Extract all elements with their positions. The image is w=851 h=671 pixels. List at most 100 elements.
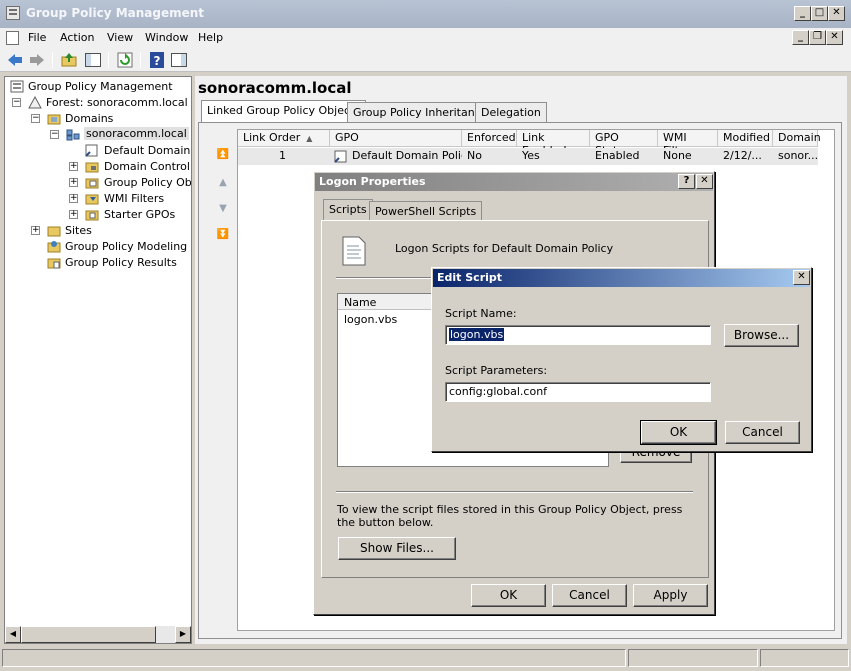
dialog-close-button[interactable]: ✕: [793, 270, 810, 285]
cell-link-enabled: Yes: [522, 149, 540, 162]
tree-label: Default Domain Po: [104, 144, 191, 157]
dialog-close-button[interactable]: ✕: [696, 174, 713, 189]
list-item[interactable]: logon.vbs: [344, 313, 397, 326]
column-header-enforced[interactable]: Enforced: [462, 130, 517, 147]
expand-toggle[interactable]: +: [69, 194, 78, 203]
tree-item-sites[interactable]: + Sites: [5, 223, 191, 239]
doc-icon: [6, 31, 19, 45]
close-button[interactable]: ✕: [828, 6, 845, 21]
expand-toggle[interactable]: +: [69, 178, 78, 187]
menu-window[interactable]: Window: [145, 31, 188, 44]
collapse-toggle[interactable]: −: [12, 98, 21, 107]
tab-gp-inheritance[interactable]: Group Policy Inheritance: [347, 102, 494, 122]
move-bottom-button[interactable]: ⏬: [215, 229, 231, 243]
column-header-modified[interactable]: Modified: [718, 130, 773, 147]
column-header-gpo[interactable]: GPO: [330, 130, 462, 147]
sites-folder-icon: [47, 226, 61, 237]
gpo-folder-icon: [85, 178, 99, 189]
move-down-button[interactable]: ▼: [215, 203, 231, 217]
show-files-button[interactable]: Show Files...: [338, 537, 456, 560]
column-header-link-order[interactable]: Link Order ▲: [238, 130, 330, 147]
tree-item-domain[interactable]: − sonoracomm.local: [5, 127, 191, 143]
script-name-value: logon.vbs: [449, 328, 505, 341]
status-section: [2, 649, 626, 667]
action-pane-icon[interactable]: [170, 51, 188, 69]
child-restore-button[interactable]: ❐: [809, 30, 826, 45]
window-title: Group Policy Management: [26, 6, 205, 20]
script-name-label: Script Name:: [445, 307, 517, 320]
column-header-gpo-status[interactable]: GPO Status: [590, 130, 658, 157]
gpo-link-icon: [334, 150, 347, 163]
filter-folder-icon: [85, 194, 99, 205]
browse-button[interactable]: Browse...: [724, 324, 799, 347]
results-icon: [47, 258, 61, 269]
tab-delegation[interactable]: Delegation: [475, 102, 547, 122]
cancel-button[interactable]: Cancel: [552, 584, 627, 607]
up-folder-icon[interactable]: [60, 51, 78, 69]
tree-label: WMI Filters: [104, 192, 165, 205]
column-header-domain[interactable]: Domain: [773, 130, 821, 147]
info-divider: [336, 491, 693, 493]
dialog-titlebar: Edit Script: [433, 269, 810, 287]
tree-item-root[interactable]: Group Policy Management: [5, 79, 191, 95]
svg-text:?: ?: [154, 54, 161, 68]
column-header-wmi-filter[interactable]: WMI Filter: [658, 130, 718, 157]
move-up-button[interactable]: ▲: [215, 177, 231, 191]
tree-label: Group Policy Management: [28, 80, 173, 93]
script-params-label: Script Parameters:: [445, 364, 548, 377]
tree-item-starter-gpos[interactable]: + Starter GPOs: [5, 207, 191, 223]
tab-powershell-scripts[interactable]: PowerShell Scripts: [369, 201, 483, 221]
menu-help[interactable]: Help: [198, 31, 223, 44]
expand-toggle[interactable]: +: [69, 210, 78, 219]
tree-item-results[interactable]: Group Policy Results: [5, 255, 191, 271]
tree-item-modeling[interactable]: Group Policy Modeling: [5, 239, 191, 255]
maximize-button[interactable]: □: [811, 6, 828, 21]
tab-linked-gpos[interactable]: Linked Group Policy Objects: [201, 100, 367, 122]
tab-scripts[interactable]: Scripts: [323, 199, 373, 221]
apply-button[interactable]: Apply: [633, 584, 708, 607]
cell-gpo: Default Domain Policy: [352, 149, 462, 162]
table-row[interactable]: 1 Default Domain Policy No Yes Enabled N…: [238, 148, 818, 165]
refresh-icon[interactable]: [116, 51, 134, 69]
expand-toggle[interactable]: +: [31, 226, 40, 235]
menu-file[interactable]: File: [28, 31, 46, 44]
show-hide-tree-icon[interactable]: [84, 51, 102, 69]
tree-item-default-domain-policy[interactable]: Default Domain Po: [5, 143, 191, 159]
scroll-right-button[interactable]: ▶: [175, 626, 191, 643]
menu-view[interactable]: View: [107, 31, 133, 44]
menu-action[interactable]: Action: [60, 31, 94, 44]
console-tree[interactable]: Group Policy Management − Forest: sonora…: [4, 76, 192, 644]
scroll-left-button[interactable]: ◀: [5, 626, 21, 643]
tree-label: Group Policy Modeling: [65, 240, 188, 253]
tree-item-wmi-filters[interactable]: + WMI Filters: [5, 191, 191, 207]
child-minimize-button[interactable]: _: [792, 30, 809, 45]
tree-item-domain-controllers[interactable]: + Domain Controller: [5, 159, 191, 175]
cancel-button[interactable]: Cancel: [725, 421, 800, 444]
tree-label: Starter GPOs: [104, 208, 176, 221]
minimize-button[interactable]: _: [794, 6, 811, 21]
script-name-input[interactable]: logon.vbs: [445, 325, 711, 345]
forward-arrow-icon[interactable]: [28, 51, 46, 69]
status-section: [760, 649, 849, 667]
back-arrow-icon[interactable]: [6, 51, 24, 69]
scroll-thumb[interactable]: [21, 626, 156, 643]
status-section: [628, 649, 758, 667]
child-close-button[interactable]: ✕: [826, 30, 843, 45]
move-top-button[interactable]: ⏫: [215, 149, 231, 163]
tree-item-group-policy-objects[interactable]: + Group Policy Obje: [5, 175, 191, 191]
expand-toggle[interactable]: +: [69, 162, 78, 171]
tree-item-forest[interactable]: − Forest: sonoracomm.local: [5, 95, 191, 111]
tree-item-domains[interactable]: − Domains: [5, 111, 191, 127]
help-button[interactable]: ?: [678, 174, 695, 189]
collapse-toggle[interactable]: −: [50, 130, 59, 139]
dialog-titlebar: Logon Properties: [315, 173, 713, 191]
tree-horizontal-scrollbar[interactable]: ◀ ▶: [5, 626, 191, 643]
ok-button[interactable]: OK: [640, 420, 717, 445]
ok-button[interactable]: OK: [471, 584, 546, 607]
tree-label: Forest: sonoracomm.local: [46, 96, 188, 109]
tree-label-selected: sonoracomm.local: [84, 127, 189, 140]
collapse-toggle[interactable]: −: [31, 114, 40, 123]
script-params-input[interactable]: config:global.conf: [445, 382, 711, 402]
help-icon[interactable]: ?: [148, 51, 166, 69]
column-header-link-enabled[interactable]: Link Enabled: [517, 130, 590, 157]
